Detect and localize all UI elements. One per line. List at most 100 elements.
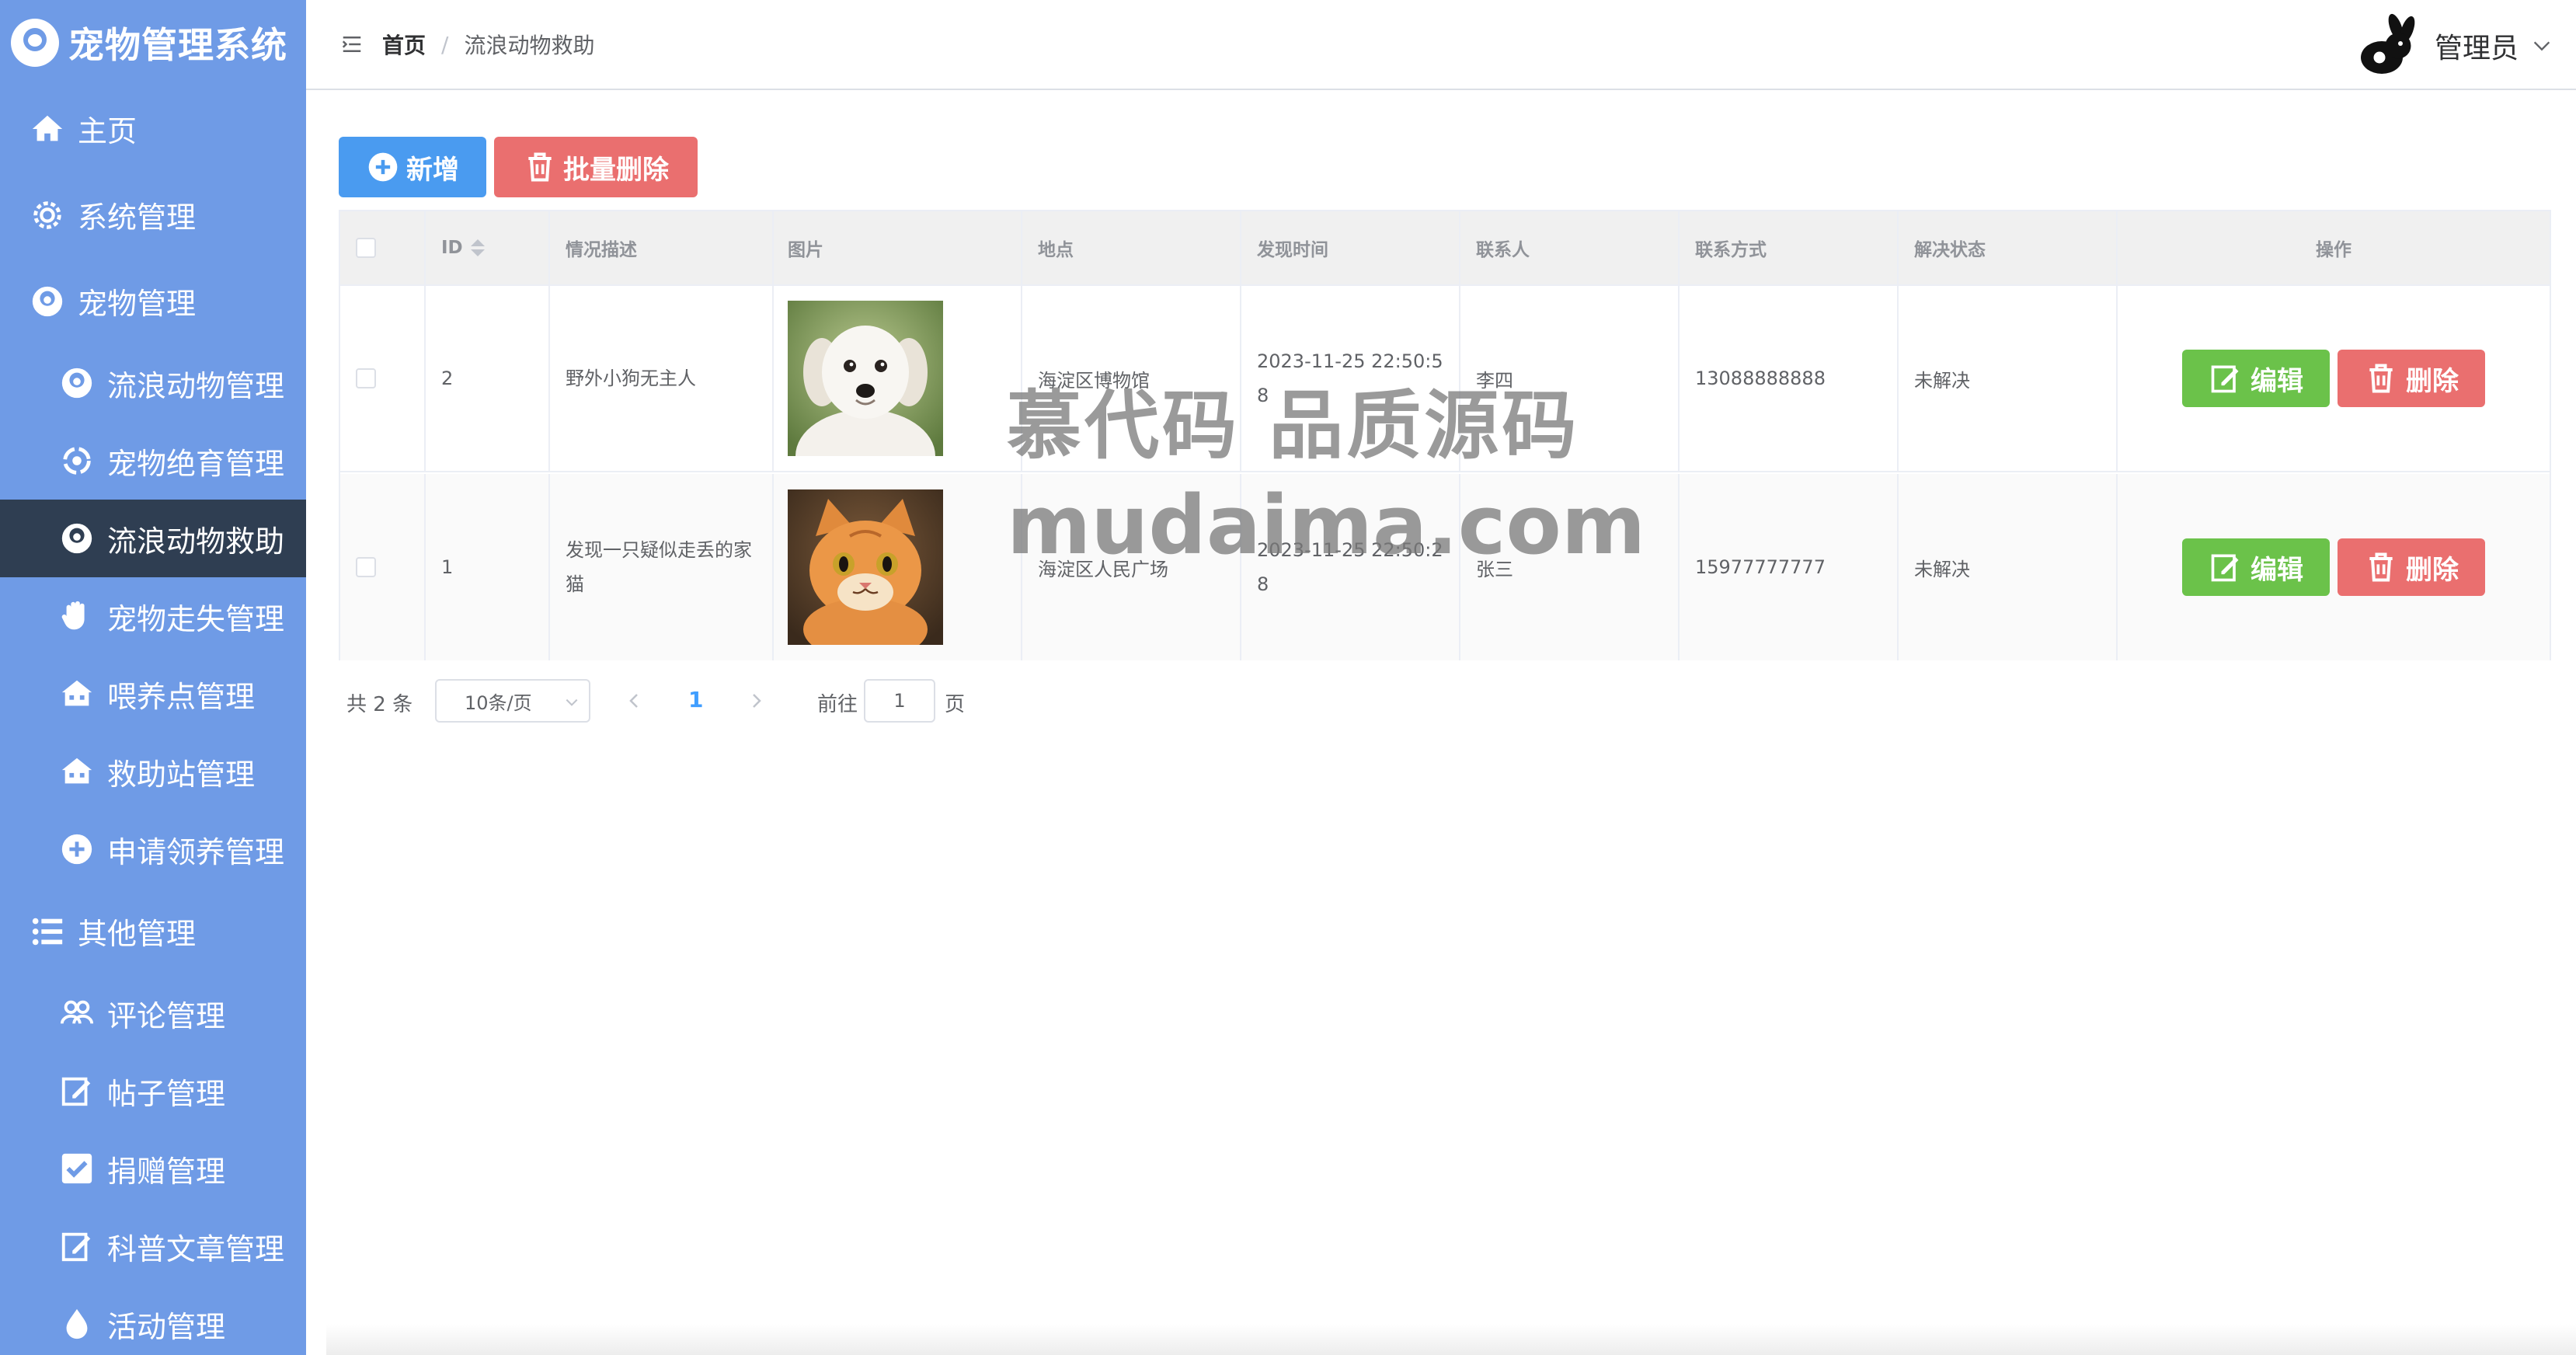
cell-phone: 13088888888 [1680,286,1899,471]
edit-button[interactable]: 编辑 [2182,350,2330,407]
select-all-checkbox[interactable] [356,238,376,258]
sidebar-item-donation[interactable]: 捐赠管理 [0,1130,306,1207]
sidebar-item-adoption[interactable]: 申请领养管理 [0,810,306,888]
sidebar-item-label: 捐赠管理 [107,1154,226,1189]
plus-circle-icon [368,152,398,182]
gear-icon [28,196,67,235]
header-found-time: 发现时间 [1241,211,1460,284]
sidebar-nav: 主页 系统管理 宠物管理 流浪动物管理 宠物绝育管理 流浪动物救助 宠物走失管理… [0,85,306,1355]
breadcrumb-home[interactable]: 首页 [382,29,426,60]
delete-button[interactable]: 删除 [2338,350,2485,407]
cell-image [774,286,1022,471]
sidebar-item-lost-pet[interactable]: 宠物走失管理 [0,577,306,655]
sidebar-item-label: 流浪动物救助 [107,524,285,559]
goto-page-input[interactable] [864,679,935,723]
check-icon [57,1149,96,1188]
cell-found-time: 2023-11-25 22:50:58 [1241,286,1460,471]
home-icon [28,110,67,148]
sidebar-item-label: 申请领养管理 [107,834,285,869]
edit-label: 编辑 [2251,554,2303,586]
next-page-icon[interactable] [747,690,766,712]
page-number-current[interactable]: 1 [688,687,703,712]
sidebar-item-label: 喂养点管理 [107,679,256,714]
cell-phone: 15977777777 [1680,474,1899,660]
cell-id: 2 [426,286,550,471]
header-label: 发现时间 [1257,240,1328,260]
list-icon [28,912,67,951]
sidebar-item-label: 救助站管理 [107,757,256,792]
sidebar-item-comment[interactable]: 评论管理 [0,974,306,1052]
sidebar-item-post[interactable]: 帖子管理 [0,1052,306,1130]
sidebar-item-system[interactable]: 系统管理 [0,172,306,258]
cell-location: 海淀区博物馆 [1022,286,1241,471]
sidebar-item-label: 宠物绝育管理 [107,446,285,481]
page-size-value: 10条/页 [465,691,532,714]
header-label: 联系方式 [1695,240,1767,260]
sidebar-item-label: 宠物管理 [78,287,197,321]
edit-button[interactable]: 编辑 [2182,538,2330,596]
chevron-down-icon [566,698,578,706]
cell-status: 未解决 [1899,474,2118,660]
menu-fold-icon[interactable] [340,33,364,56]
header-label: 操作 [2316,240,2351,260]
cell-found-time: 2023-11-25 22:50:28 [1241,474,1460,660]
cell-description: 发现一只疑似走丢的家猫 [550,474,774,660]
sidebar-item-feeding-point[interactable]: 喂养点管理 [0,655,306,733]
edit-icon [57,1071,96,1110]
row-checkbox[interactable] [356,368,376,388]
sidebar-item-activity[interactable]: 活动管理 [0,1285,306,1355]
bottom-shadow [326,1324,2576,1355]
trash-icon [2369,552,2393,582]
sidebar-item-stray-animal[interactable]: 流浪动物管理 [0,344,306,422]
found-time-text: 2023-11-25 22:50:58 [1257,350,1443,406]
edit-icon [57,1227,96,1266]
header-actions: 操作 [2118,211,2550,284]
sort-icon[interactable] [470,239,485,256]
sidebar-item-article[interactable]: 科普文章管理 [0,1207,306,1285]
cell-contact: 李四 [1460,286,1680,471]
add-button[interactable]: 新增 [339,137,486,197]
puppy-image[interactable] [788,301,943,456]
header-checkbox-cell [340,211,426,284]
found-time-text: 2023-11-25 22:50:28 [1257,539,1443,595]
delete-label: 删除 [2406,554,2459,586]
sidebar-item-pet[interactable]: 宠物管理 [0,258,306,344]
delete-button[interactable]: 删除 [2338,538,2485,596]
edit-icon [2211,554,2239,582]
house-icon [57,674,96,713]
user-menu[interactable]: 管理员 [2354,11,2553,81]
pagination: 共 2 条 10条/页 1 前往 页 [346,679,1123,723]
prev-page-icon[interactable] [625,690,643,712]
header-phone: 联系方式 [1680,211,1899,284]
header-status: 解决状态 [1899,211,2118,284]
header-label: ID [441,238,463,258]
cell-id: 1 [426,474,550,660]
sidebar-item-sterilization[interactable]: 宠物绝育管理 [0,422,306,500]
app-title: 宠物管理系统 [68,24,287,66]
chevron-down-icon [2531,35,2553,57]
batch-delete-button[interactable]: 批量删除 [494,137,698,197]
rescue-table: ID 情况描述 图片 地点 发现时间 联系人 联系方式 解决状态 操作 2 野外… [339,210,2551,660]
trash-icon [2369,364,2393,393]
sidebar-item-other[interactable]: 其他管理 [0,888,306,974]
cell-status: 未解决 [1899,286,2118,471]
header-description: 情况描述 [550,211,774,284]
sidebar-item-label: 其他管理 [78,917,197,951]
cat-image[interactable] [788,489,943,645]
sidebar-item-label: 流浪动物管理 [107,368,285,403]
sidebar-item-label: 科普文章管理 [107,1231,285,1266]
breadcrumb-current: 流浪动物救助 [464,33,595,58]
description-text: 发现一只疑似走丢的家猫 [566,539,752,595]
user-name: 管理员 [2434,33,2519,64]
page-size-select[interactable]: 10条/页 [435,679,590,723]
sidebar-item-rescue-station[interactable]: 救助站管理 [0,733,306,810]
pet-icon [28,282,67,321]
edit-icon [2211,365,2239,393]
sidebar-item-stray-rescue[interactable]: 流浪动物救助 [0,500,306,577]
header-id[interactable]: ID [426,211,550,284]
cell-actions: 编辑 删除 [2118,286,2550,471]
sidebar-item-home[interactable]: 主页 [0,85,306,172]
pagination-total: 共 2 条 [346,693,413,716]
row-checkbox[interactable] [356,557,376,577]
sidebar-item-label: 宠物走失管理 [107,601,285,636]
